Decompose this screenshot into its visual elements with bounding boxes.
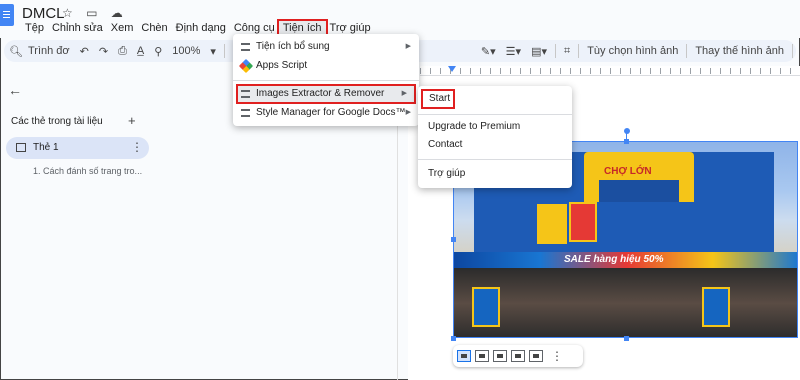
menu-insert[interactable]: Chèn xyxy=(137,21,171,35)
crop-icon[interactable]: ⌗ xyxy=(559,45,575,58)
toolbar-divider xyxy=(223,44,225,58)
image-options-button[interactable]: Tùy chọn hình ảnh xyxy=(582,45,683,57)
indent-marker[interactable] xyxy=(448,66,456,72)
pen-icon[interactable]: ✎▾ xyxy=(476,45,501,58)
tab-label: Thẻ 1 xyxy=(33,142,59,153)
submenu-start[interactable]: Start xyxy=(421,89,455,109)
line-weight-icon[interactable]: ☰▾ xyxy=(501,45,526,58)
toolbar-divider xyxy=(554,44,556,58)
break-text-icon[interactable] xyxy=(493,350,507,362)
sale-banner: SALE hàng hiệu 50% xyxy=(454,252,797,268)
search-menus-label[interactable]: Trình đơ xyxy=(28,45,75,57)
inline-wrap-icon[interactable] xyxy=(457,350,471,362)
star-move-cloud-icons[interactable]: ☆ ▭ ☁ xyxy=(62,6,128,20)
addons-icon xyxy=(241,109,250,117)
menu-item-apps-script[interactable]: Apps Script xyxy=(233,57,419,75)
sale-standee-graphic xyxy=(472,287,500,327)
menu-bar: Tệp Chỉnh sửa Xem Chèn Định dạng Công cụ… xyxy=(21,19,375,37)
tabs-heading: Các thẻ trong tài liệu xyxy=(11,116,103,127)
toolbar-divider xyxy=(578,44,580,58)
building-roof-graphic xyxy=(599,180,679,202)
menu-item-style-manager[interactable]: Style Manager for Google Docs™ ▶ xyxy=(233,104,419,122)
resize-handle[interactable] xyxy=(624,336,629,341)
horizontal-ruler[interactable] xyxy=(420,66,800,76)
more-vert-icon[interactable]: ⋮ xyxy=(131,140,143,154)
search-icon[interactable]: 🔍︎ xyxy=(4,45,28,58)
resize-handle[interactable] xyxy=(451,336,456,341)
ruler-ticks xyxy=(420,68,800,74)
replace-image-button[interactable]: Thay thế hình ảnh xyxy=(690,45,789,57)
print-icon[interactable]: ⎙ xyxy=(113,45,132,58)
chevron-right-icon: ▶ xyxy=(405,109,411,116)
menu-item-label: Tiện ích bổ sung xyxy=(256,41,330,52)
document-tabs-sidebar: ← Các thẻ trong tài liệu + Thẻ 1 ⋮ 1. Cá… xyxy=(0,76,160,380)
apps-script-icon xyxy=(238,58,254,74)
menu-item-label: Style Manager for Google Docs™ xyxy=(256,107,406,118)
rotate-handle[interactable] xyxy=(624,128,630,134)
menu-help[interactable]: Trợ giúp xyxy=(326,21,375,35)
wrap-text-icon[interactable] xyxy=(475,350,489,362)
spellcheck-icon[interactable]: A̲ xyxy=(132,45,149,57)
menu-tools[interactable]: Công cụ xyxy=(230,21,279,35)
store-sign-text: CHỢ LỚN xyxy=(604,166,652,177)
zoom-select[interactable]: 100% xyxy=(167,45,205,57)
storefront-graphic xyxy=(454,268,797,337)
paint-format-icon[interactable]: ⚲ xyxy=(149,45,167,58)
menu-view[interactable]: Xem xyxy=(107,21,138,35)
menu-divider xyxy=(233,80,419,81)
menu-edit[interactable]: Chỉnh sửa xyxy=(48,21,107,35)
resize-handle[interactable] xyxy=(624,139,629,144)
menu-extensions[interactable]: Tiện ích xyxy=(276,19,328,37)
document-icon xyxy=(16,143,26,152)
addons-icon xyxy=(241,43,250,51)
submenu-upgrade[interactable]: Upgrade to Premium xyxy=(418,118,572,136)
chevron-right-icon: ▶ xyxy=(401,90,407,97)
line-dash-icon[interactable]: ▤▾ xyxy=(526,45,552,58)
resize-handle[interactable] xyxy=(451,237,456,242)
yellow-sign-graphic xyxy=(537,204,567,244)
tab-item-active[interactable]: Thẻ 1 ⋮ xyxy=(6,137,149,159)
menu-divider xyxy=(418,114,572,115)
chevron-down-icon[interactable]: ▾ xyxy=(205,45,221,58)
menu-item-label: Images Extractor & Remover xyxy=(256,88,385,99)
menu-file[interactable]: Tệp xyxy=(21,21,48,35)
sale-standee-graphic xyxy=(702,287,730,327)
submenu-help[interactable]: Trợ giúp xyxy=(418,165,572,183)
title-bar: DMCL ☆ ▭ ☁ Tệp Chỉnh sửa Xem Chèn Định d… xyxy=(0,0,800,38)
toolbar-divider xyxy=(686,44,688,58)
toolbar-divider xyxy=(792,44,793,58)
menu-format[interactable]: Định dạng xyxy=(172,21,230,35)
undo-icon[interactable]: ↶ xyxy=(75,45,94,58)
outline-heading-item[interactable]: 1. Cách đánh số trang tro... xyxy=(33,166,142,176)
more-vert-icon[interactable]: ⋮ xyxy=(551,349,563,363)
menu-divider xyxy=(418,159,572,160)
behind-text-icon[interactable] xyxy=(511,350,525,362)
sale-banner-text: SALE hàng hiệu 50% xyxy=(564,254,664,265)
chevron-right-icon: ▶ xyxy=(405,43,411,50)
addons-icon xyxy=(241,90,250,98)
front-of-text-icon[interactable] xyxy=(529,350,543,362)
image-wrap-toolbar: ⋮ xyxy=(453,345,583,367)
back-arrow-icon[interactable]: ← xyxy=(8,82,22,98)
menu-item-label: Apps Script xyxy=(256,60,308,71)
document-title[interactable]: DMCL xyxy=(22,5,65,22)
redo-icon[interactable]: ↷ xyxy=(94,45,113,58)
red-sign-graphic xyxy=(569,202,597,242)
images-extractor-submenu: Start Upgrade to Premium Contact Trợ giú… xyxy=(418,86,572,188)
submenu-contact[interactable]: Contact xyxy=(418,136,572,154)
add-tab-button[interactable]: + xyxy=(128,113,136,128)
menu-item-addons[interactable]: Tiện ích bổ sung ▶ xyxy=(233,38,419,56)
extensions-menu: Tiện ích bổ sung ▶ Apps Script Images Ex… xyxy=(233,34,419,126)
docs-logo-icon[interactable] xyxy=(0,4,14,26)
menu-item-images-extractor[interactable]: Images Extractor & Remover ▶ xyxy=(236,84,416,104)
